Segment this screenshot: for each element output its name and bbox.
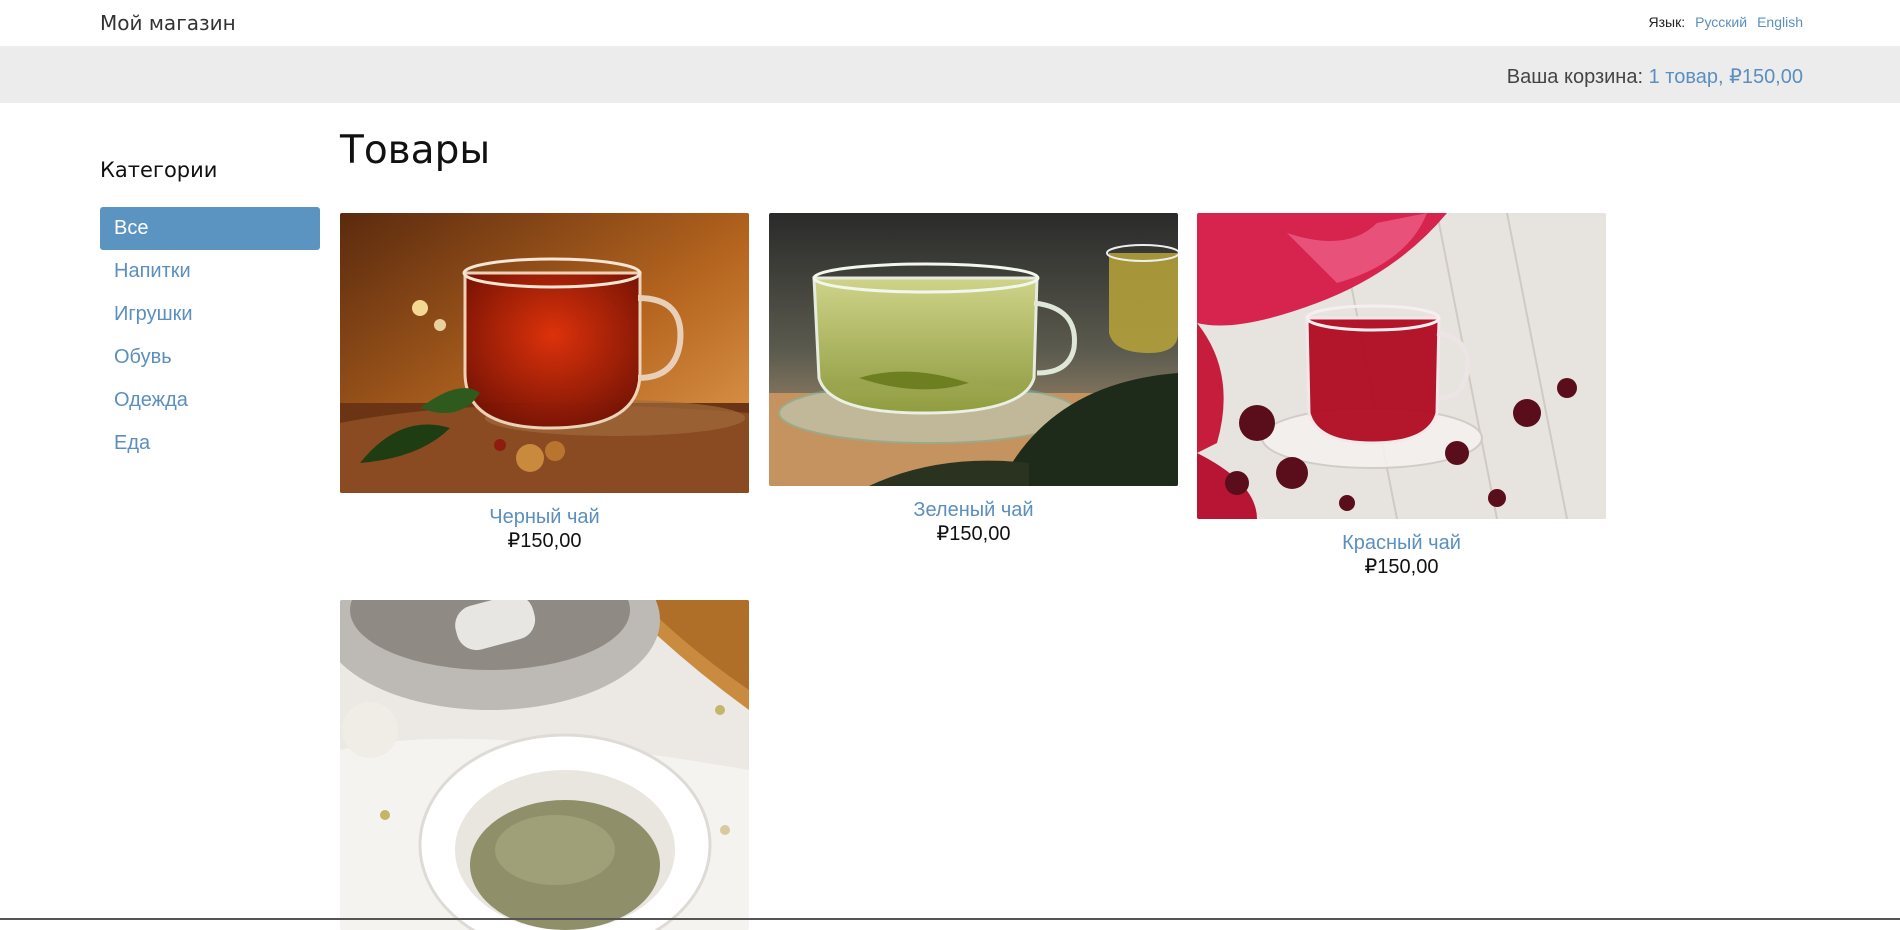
category-item-toys[interactable]: Игрушки — [100, 293, 320, 336]
product-card — [340, 600, 749, 930]
cart-label: Ваша корзина: — [1506, 66, 1644, 88]
category-item-drinks[interactable]: Напитки — [100, 250, 320, 293]
product-name-link[interactable]: Зеленый чай — [769, 498, 1178, 522]
brand-logo[interactable]: Мой магазин — [100, 11, 236, 35]
page-title: Товары — [340, 128, 491, 173]
green-tea-image[interactable] — [769, 213, 1178, 486]
sidebar-title: Категории — [100, 158, 218, 182]
language-label: Язык: — [1648, 14, 1686, 30]
product-card: Красный чай ₽150,00 — [1197, 213, 1606, 579]
product-card: Зеленый чай ₽150,00 — [769, 213, 1178, 546]
category-item-food[interactable]: Еда — [100, 422, 320, 465]
black-tea-image[interactable] — [340, 213, 749, 493]
product-card: Черный чай ₽150,00 — [340, 213, 749, 553]
category-item-clothes[interactable]: Одежда — [100, 379, 320, 422]
category-list: Все Напитки Игрушки Обувь Одежда Еда — [100, 207, 320, 465]
language-english-link[interactable]: English — [1757, 14, 1803, 30]
red-tea-image[interactable] — [1197, 213, 1606, 519]
category-item-shoes[interactable]: Обувь — [100, 336, 320, 379]
product-name-link[interactable]: Черный чай — [340, 505, 749, 529]
product-grid: Черный чай ₽150,00 Зеленый чай ₽150,00 К… — [340, 213, 1640, 930]
main-content: Товары — [340, 128, 1640, 173]
product-price: ₽150,00 — [936, 523, 1011, 545]
product-price: ₽150,00 — [507, 530, 582, 552]
product-name-link[interactable]: Красный чай — [1197, 531, 1606, 555]
cart-link[interactable]: 1 товар, ₽150,00 — [1649, 66, 1803, 88]
herbal-powder-image[interactable] — [340, 600, 749, 930]
product-price: ₽150,00 — [1364, 556, 1439, 578]
category-sidebar: Категории Все Напитки Игрушки Обувь Одеж… — [100, 158, 320, 465]
language-russian-link[interactable]: Русский — [1695, 14, 1747, 30]
category-item-all[interactable]: Все — [100, 207, 320, 250]
language-switcher: Язык: Русский English — [1649, 14, 1803, 30]
top-navbar: Мой магазин Язык: Русский English — [0, 0, 1900, 46]
cart-summary: Ваша корзина: 1 товар, ₽150,00 — [1507, 64, 1803, 89]
cart-bar: Ваша корзина: 1 товар, ₽150,00 — [0, 46, 1900, 103]
